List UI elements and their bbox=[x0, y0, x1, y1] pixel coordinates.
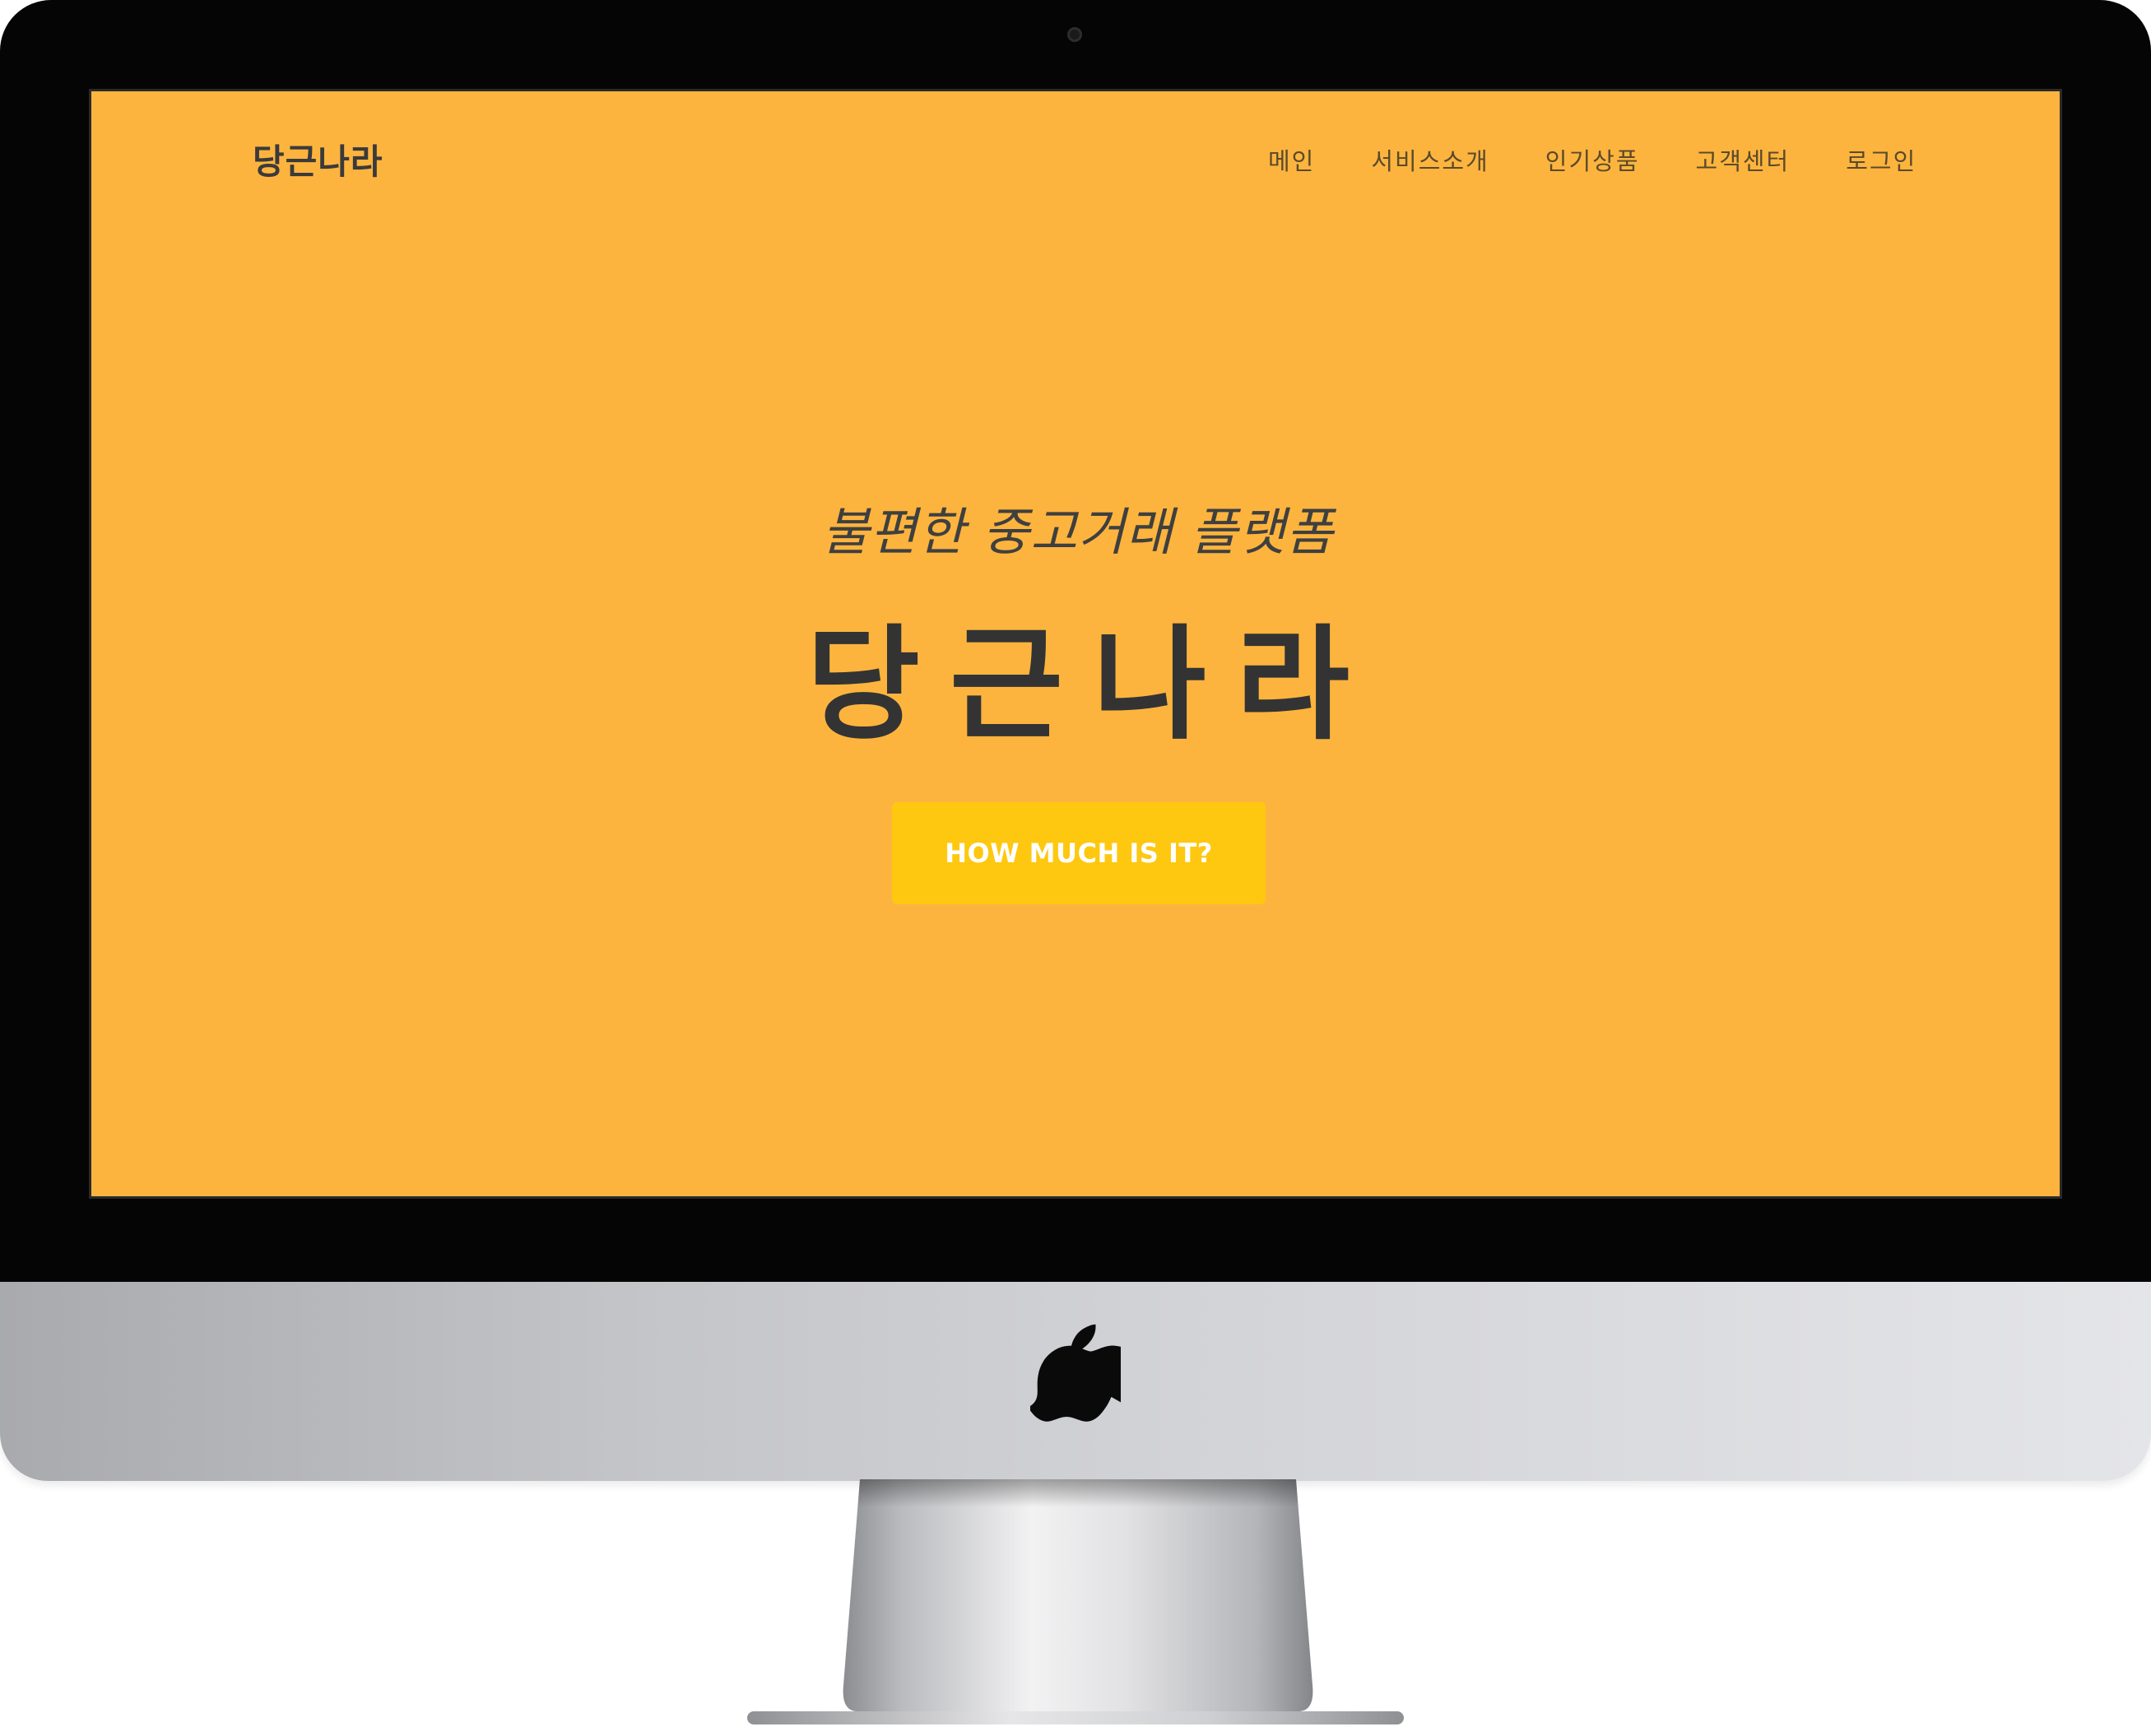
imac-mockup: 당근나라 메인 서비스소개 인기상품 고객센터 로그인 불편한 중고거래 플랫폼… bbox=[0, 0, 2151, 1736]
how-much-button[interactable]: HOW MUCH IS IT? bbox=[892, 802, 1266, 904]
nav-item-popular-products[interactable]: 인기상품 bbox=[1545, 142, 1640, 177]
nav-item-main[interactable]: 메인 bbox=[1268, 142, 1315, 177]
hero-tagline: 불편한 중고거래 플랫폼 bbox=[822, 502, 1334, 562]
brand-logo-text[interactable]: 당근나라 bbox=[253, 134, 383, 184]
monitor-stand bbox=[843, 1479, 1313, 1711]
website-screen: 당근나라 메인 서비스소개 인기상품 고객센터 로그인 불편한 중고거래 플랫폼… bbox=[89, 89, 2062, 1199]
nav-item-customer-center[interactable]: 고객센터 bbox=[1696, 142, 1791, 177]
webcam-icon bbox=[1067, 27, 1082, 42]
main-nav: 메인 서비스소개 인기상품 고객센터 로그인 bbox=[1268, 142, 1916, 177]
hero-title: 당근나라 bbox=[806, 614, 1379, 757]
nav-item-service-intro[interactable]: 서비스소개 bbox=[1371, 142, 1489, 177]
nav-item-login[interactable]: 로그인 bbox=[1846, 142, 1916, 177]
monitor-stand-base bbox=[747, 1711, 1404, 1724]
apple-logo-icon bbox=[1030, 1324, 1121, 1422]
monitor-chin bbox=[0, 1282, 2151, 1481]
